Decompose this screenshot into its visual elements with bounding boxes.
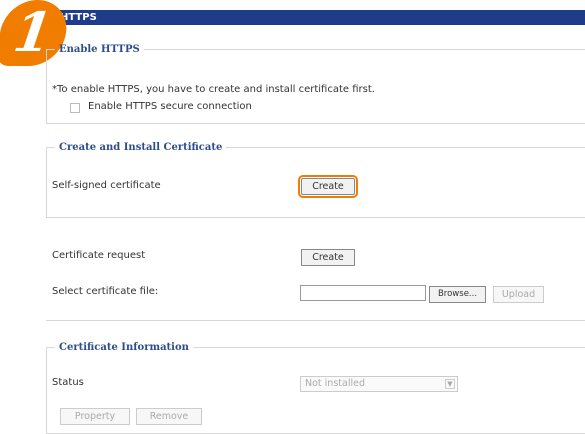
self-signed-label: Self-signed certificate — [52, 180, 161, 191]
upload-button[interactable]: Upload — [493, 286, 544, 303]
self-signed-create-button[interactable]: Create — [298, 175, 358, 198]
enable-https-legend: Enable HTTPS — [59, 44, 140, 55]
create-install-legend: Create and Install Certificate — [59, 142, 223, 153]
cert-request-label: Certificate request — [52, 250, 146, 261]
chevron-down-icon: ▼ — [445, 379, 455, 389]
cert-request-create-button[interactable]: Create — [301, 249, 355, 266]
enable-https-checkbox[interactable] — [70, 103, 80, 113]
enable-https-checkbox-label: Enable HTTPS secure connection — [88, 101, 252, 112]
properties-button[interactable]: Property — [60, 408, 130, 425]
status-label: Status — [52, 377, 84, 388]
section-header: HTTPS — [38, 10, 585, 25]
status-select[interactable]: Not installed ▼ — [300, 376, 458, 392]
section-divider — [46, 320, 585, 321]
cert-info-legend: Certificate Information — [59, 342, 189, 353]
remove-button[interactable]: Remove — [136, 408, 202, 425]
select-file-label: Select certificate file: — [52, 286, 159, 297]
status-value: Not installed — [305, 378, 365, 389]
browse-button[interactable]: Browse... — [429, 286, 486, 303]
certificate-file-input[interactable] — [300, 285, 426, 301]
https-note: *To enable HTTPS, you have to create and… — [52, 84, 375, 95]
